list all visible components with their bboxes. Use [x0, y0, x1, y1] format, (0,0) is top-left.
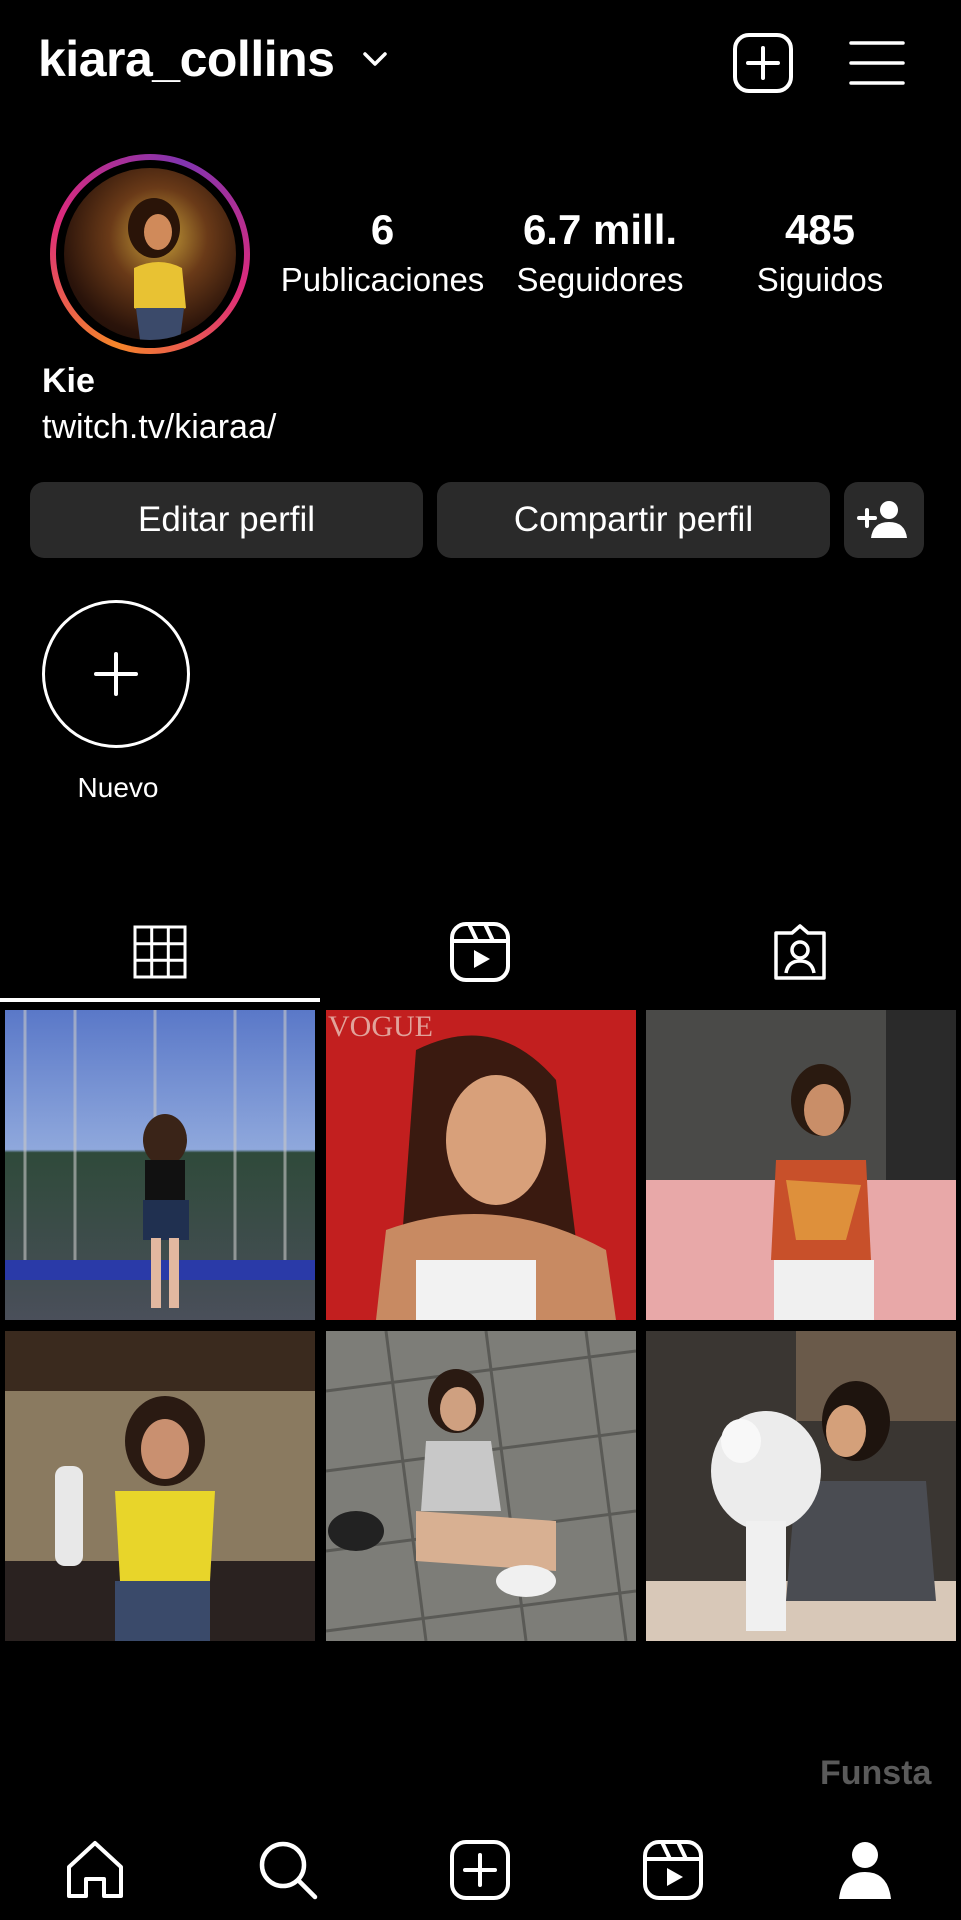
edit-profile-button[interactable]: Editar perfil — [30, 482, 423, 558]
post-image: VOGUE — [326, 1010, 636, 1320]
posts-count[interactable]: 6 Publicaciones — [270, 206, 495, 302]
post-image — [326, 1331, 636, 1641]
post-image — [646, 1010, 956, 1320]
following-count-value: 485 — [784, 206, 856, 253]
grid-icon — [133, 925, 187, 979]
new-highlight-label: Nuevo — [77, 772, 159, 803]
discover-people-button[interactable] — [844, 482, 924, 558]
profile-link[interactable]: twitch.tv/kiaraa/ — [42, 408, 276, 447]
posts-count-label: Publicaciones — [280, 261, 485, 298]
post-image — [646, 1331, 956, 1641]
add-person-icon — [857, 501, 907, 538]
tagged-icon — [774, 924, 826, 980]
reels-icon — [450, 922, 510, 982]
new-highlight-button[interactable] — [42, 600, 190, 748]
nav-reels[interactable] — [613, 1830, 733, 1910]
create-post-button[interactable] — [730, 30, 796, 96]
tab-tagged[interactable] — [640, 910, 960, 994]
post-tile-2[interactable]: VOGUE — [326, 1010, 636, 1320]
home-icon — [67, 1841, 123, 1898]
post-tile-3[interactable] — [646, 1010, 956, 1320]
username: kiara_collins — [38, 31, 335, 87]
post-tile-4[interactable] — [5, 1331, 315, 1641]
post-tile-6[interactable] — [646, 1331, 956, 1641]
post-image — [5, 1331, 315, 1641]
search-icon — [259, 1841, 318, 1900]
followers-count-label: Seguidores — [516, 261, 684, 298]
posts-count-value: 6 — [370, 206, 395, 253]
post-image — [5, 1010, 315, 1320]
menu-button[interactable] — [844, 30, 910, 96]
nav-profile[interactable] — [805, 1830, 925, 1910]
tab-posts-grid[interactable] — [0, 910, 320, 994]
plus-icon — [94, 652, 138, 696]
watermark: Funsta — [820, 1754, 932, 1792]
hamburger-menu-icon — [849, 41, 905, 85]
followers-count-value: 6.7 mill. — [522, 206, 678, 253]
following-count-label: Siguidos — [756, 261, 884, 298]
following-count[interactable]: 485 Siguidos — [735, 206, 905, 302]
create-icon — [450, 1840, 510, 1900]
vogue-masthead: VOGUE — [328, 1010, 433, 1043]
chevron-down-icon — [360, 44, 390, 74]
tab-reels[interactable] — [320, 910, 640, 994]
post-tile-1[interactable] — [5, 1010, 315, 1320]
plus-square-icon — [733, 33, 793, 93]
username-switcher[interactable]: kiara_collins — [38, 30, 390, 88]
profile-name: Kie — [42, 362, 95, 400]
nav-search[interactable] — [228, 1830, 348, 1910]
post-tile-5[interactable] — [326, 1331, 636, 1641]
avatar-photo — [64, 168, 236, 340]
profile-avatar[interactable] — [50, 154, 250, 354]
share-profile-button[interactable]: Compartir perfil — [437, 482, 830, 558]
active-tab-indicator — [0, 998, 320, 1002]
profile-icon — [839, 1842, 891, 1899]
nav-create[interactable] — [420, 1830, 540, 1910]
reels-icon — [643, 1840, 703, 1900]
followers-count[interactable]: 6.7 mill. Seguidores — [500, 206, 700, 302]
nav-home[interactable] — [35, 1830, 155, 1910]
